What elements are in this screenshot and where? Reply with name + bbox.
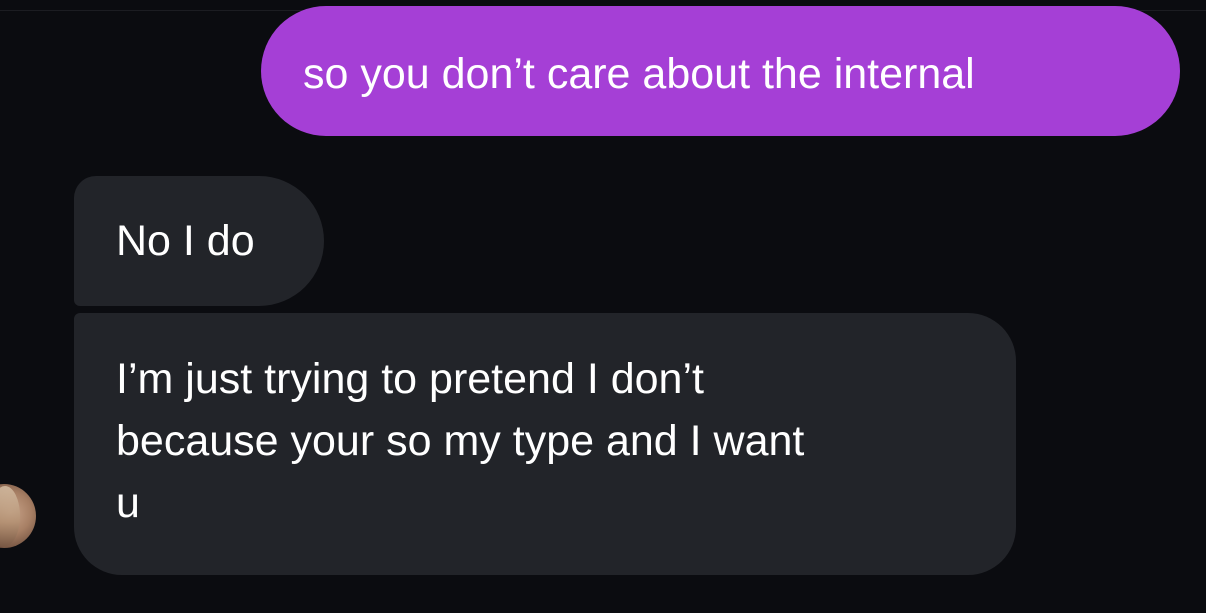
- chat-thread: so you don’t care about the internal No …: [0, 0, 1206, 613]
- avatar-hair: [0, 486, 20, 546]
- message-text: I’m just trying to pretend I don’t becau…: [116, 355, 805, 527]
- profile-photo-icon[interactable]: [0, 484, 36, 548]
- message-text: so you don’t care about the internal: [303, 50, 975, 98]
- sent-message-bubble[interactable]: so you don’t care about the internal: [261, 6, 1180, 136]
- received-message-bubble[interactable]: I’m just trying to pretend I don’t becau…: [74, 313, 1016, 575]
- message-text: No I do: [116, 217, 255, 265]
- received-message-bubble[interactable]: No I do: [74, 176, 324, 306]
